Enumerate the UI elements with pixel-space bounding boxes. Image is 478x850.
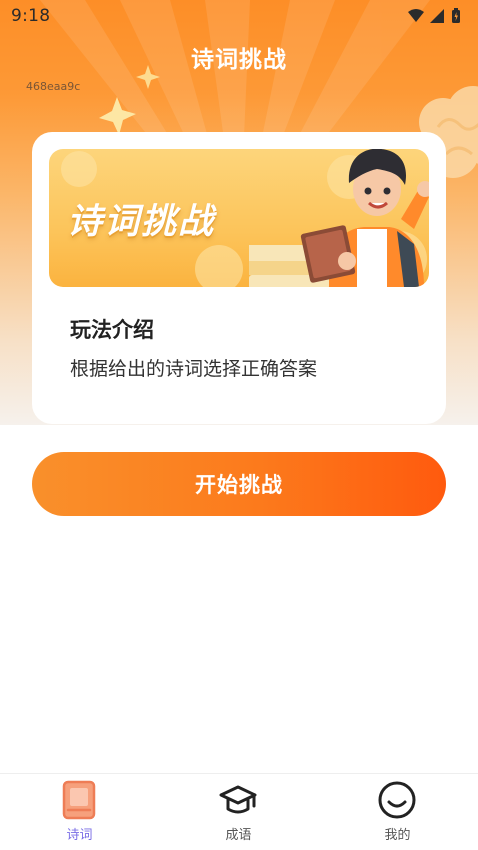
tab-poetry[interactable]: 诗词 [0, 774, 159, 850]
star-decoration-large [99, 97, 136, 135]
challenge-banner: 诗词挑战 [49, 149, 429, 287]
tab-profile-label: 我的 [384, 828, 411, 843]
challenge-card: 诗词挑战 玩法介绍 根据给出的诗词选择正确答案 [32, 132, 446, 424]
wifi-icon [408, 9, 424, 22]
intro-title: 玩法介绍 [70, 318, 154, 342]
cellular-signal-icon [430, 9, 444, 23]
graduation-cap-icon [219, 785, 257, 814]
status-icons [408, 8, 460, 23]
tab-idioms[interactable]: 成语 [159, 774, 318, 850]
start-challenge-button[interactable]: 开始挑战 [32, 452, 446, 516]
battery-icon [452, 8, 460, 23]
start-challenge-label: 开始挑战 [195, 473, 283, 497]
smiley-face-icon [378, 781, 416, 819]
star-decoration [136, 65, 160, 89]
tab-idioms-label: 成语 [225, 828, 252, 843]
bottom-tab-bar: 诗词 成语 我的 [0, 773, 478, 850]
banner-title: 诗词挑战 [67, 202, 216, 242]
intro-description: 根据给出的诗词选择正确答案 [70, 358, 318, 380]
book-icon [62, 780, 96, 820]
page-title: 诗词挑战 [191, 47, 287, 73]
tab-poetry-label: 诗词 [66, 828, 93, 843]
tab-profile[interactable]: 我的 [318, 774, 477, 850]
device-id-label: 468eaa9c [26, 80, 81, 93]
status-bar: 9:18 [0, 0, 478, 32]
poetry-challenge-screen: 9:18 诗词挑战 468eaa9c 诗词挑战 玩法介绍 根据给出的诗词选择正确… [0, 0, 478, 850]
status-time: 9:18 [11, 6, 51, 26]
student-illustration [249, 149, 429, 287]
